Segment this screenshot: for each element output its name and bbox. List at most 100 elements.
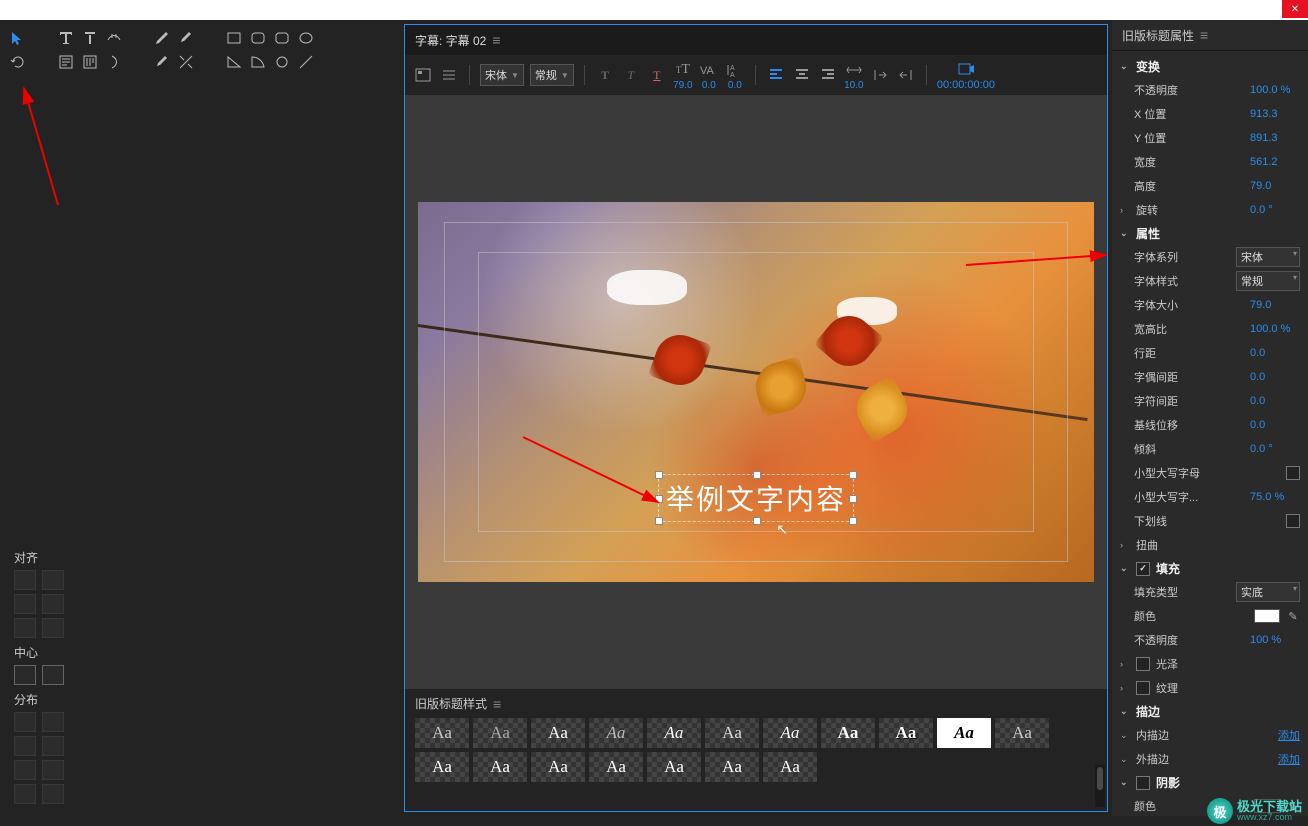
timecode-value[interactable]: 00:00:00:00: [937, 79, 995, 91]
font-size-value[interactable]: 79.0: [673, 80, 692, 91]
texture-checkbox[interactable]: [1136, 681, 1150, 695]
rotate-tool[interactable]: [8, 52, 28, 72]
path-type-tool[interactable]: [104, 28, 124, 48]
style-swatch[interactable]: Aa: [473, 752, 527, 782]
arc-tool[interactable]: [248, 52, 268, 72]
twist-icon[interactable]: ›: [1120, 205, 1130, 215]
twist-icon[interactable]: ›: [1120, 659, 1130, 669]
sheen-checkbox[interactable]: [1136, 657, 1150, 671]
pen-delete-tool[interactable]: [152, 52, 172, 72]
add-outer-stroke-link[interactable]: 添加: [1278, 751, 1300, 767]
align-btn[interactable]: [14, 570, 36, 590]
center-h-btn[interactable]: [14, 665, 36, 685]
style-swatch[interactable]: Aa: [531, 718, 585, 748]
style-swatch[interactable]: Aa: [589, 752, 643, 782]
clipped-rect-tool[interactable]: [272, 28, 292, 48]
kerning-icon[interactable]: VA: [699, 60, 719, 80]
selection-tool[interactable]: [8, 28, 28, 48]
fill-section[interactable]: ⌄✓填充: [1112, 557, 1308, 580]
resize-handle[interactable]: [849, 495, 857, 503]
vertical-path-type-tool[interactable]: [104, 52, 124, 72]
type-tool[interactable]: [56, 28, 76, 48]
height-value[interactable]: 79.0: [1250, 180, 1300, 192]
distribute-btn[interactable]: [42, 736, 64, 756]
tab-stops-icon-2[interactable]: [896, 65, 916, 85]
align-btn[interactable]: [14, 618, 36, 638]
add-inner-stroke-link[interactable]: 添加: [1278, 727, 1300, 743]
align-center-icon[interactable]: [792, 65, 812, 85]
style-swatch[interactable]: Aa: [647, 718, 701, 748]
align-btn[interactable]: [42, 594, 64, 614]
resize-handle[interactable]: [849, 517, 857, 525]
tracking-value[interactable]: 0.0: [1250, 395, 1300, 407]
style-swatch[interactable]: Aa: [705, 718, 759, 748]
line-tool[interactable]: [296, 52, 316, 72]
show-video-icon[interactable]: [956, 59, 976, 79]
align-left-icon[interactable]: [766, 65, 786, 85]
font-style-dropdown[interactable]: 常规: [1236, 271, 1300, 291]
props-section[interactable]: ⌄属性: [1112, 222, 1308, 245]
panel-menu-icon[interactable]: ≡: [492, 32, 500, 48]
style-swatch[interactable]: Aa: [415, 752, 469, 782]
distribute-btn[interactable]: [14, 712, 36, 732]
leading-value[interactable]: 0.0: [1250, 347, 1300, 359]
convert-anchor-tool[interactable]: [176, 52, 196, 72]
resize-handle[interactable]: [753, 471, 761, 479]
rectangle-tool[interactable]: [224, 28, 244, 48]
style-swatch[interactable]: Aa: [937, 718, 991, 748]
title-tab-label[interactable]: 字幕: 字幕 02: [415, 32, 486, 49]
fill-opacity-value[interactable]: 100 %: [1250, 634, 1300, 646]
circle-tool[interactable]: [272, 52, 292, 72]
fill-checkbox[interactable]: ✓: [1136, 562, 1150, 576]
fill-type-dropdown[interactable]: 实底: [1236, 582, 1300, 602]
bold-icon[interactable]: T: [595, 65, 615, 85]
align-right-icon[interactable]: [818, 65, 838, 85]
align-btn[interactable]: [42, 570, 64, 590]
styles-scrollbar[interactable]: [1095, 765, 1105, 807]
roll-crawl-icon[interactable]: [439, 65, 459, 85]
panel-menu-icon[interactable]: ≡: [493, 696, 501, 712]
panel-menu-icon[interactable]: ≡: [1200, 27, 1208, 43]
style-swatch[interactable]: Aa: [879, 718, 933, 748]
font-size-icon[interactable]: TT: [673, 60, 693, 80]
smallcaps-size-value[interactable]: 75.0 %: [1250, 491, 1300, 503]
distribute-btn[interactable]: [42, 784, 64, 804]
width-value[interactable]: 561.2: [1250, 156, 1300, 168]
resize-handle[interactable]: [849, 471, 857, 479]
slant-value[interactable]: 0.0 °: [1250, 443, 1300, 455]
fill-color-swatch[interactable]: [1254, 609, 1280, 623]
pen-tool[interactable]: [152, 28, 172, 48]
ellipse-tool[interactable]: [296, 28, 316, 48]
resize-handle[interactable]: [655, 471, 663, 479]
title-text-object[interactable]: 举例文字内容: [662, 478, 850, 518]
distribute-btn[interactable]: [42, 712, 64, 732]
font-family-dropdown[interactable]: 宋体▼: [480, 64, 524, 86]
font-style-dropdown[interactable]: 常规▼: [530, 64, 574, 86]
resize-handle[interactable]: [753, 517, 761, 525]
resize-handle[interactable]: [655, 517, 663, 525]
shadow-section[interactable]: ⌄阴影: [1112, 771, 1308, 794]
pen-add-tool[interactable]: [176, 28, 196, 48]
canvas-area[interactable]: 举例文字内容 ↖: [405, 95, 1107, 689]
style-swatch[interactable]: Aa: [705, 752, 759, 782]
tab-stops-icon[interactable]: [870, 65, 890, 85]
font-family-dropdown[interactable]: 宋体: [1236, 247, 1300, 267]
leading-icon[interactable]: AA: [725, 60, 745, 80]
resize-handle[interactable]: [655, 495, 663, 503]
smallcaps-checkbox[interactable]: [1286, 466, 1300, 480]
transform-section[interactable]: ⌄变换: [1112, 55, 1308, 78]
style-swatch[interactable]: Aa: [821, 718, 875, 748]
twist-icon[interactable]: ›: [1120, 540, 1130, 550]
twist-icon[interactable]: ⌄: [1120, 754, 1130, 765]
twist-icon[interactable]: ›: [1120, 683, 1130, 693]
rotation-value[interactable]: 0.0 °: [1250, 204, 1300, 216]
tracking-icon[interactable]: [844, 60, 864, 80]
vertical-type-tool[interactable]: [80, 28, 100, 48]
leading-value[interactable]: 0.0: [728, 80, 742, 91]
center-v-btn[interactable]: [42, 665, 64, 685]
distribute-btn[interactable]: [14, 784, 36, 804]
italic-icon[interactable]: T: [621, 65, 641, 85]
align-btn[interactable]: [14, 594, 36, 614]
font-size-value[interactable]: 79.0: [1250, 299, 1300, 311]
y-position-value[interactable]: 891.3: [1250, 132, 1300, 144]
